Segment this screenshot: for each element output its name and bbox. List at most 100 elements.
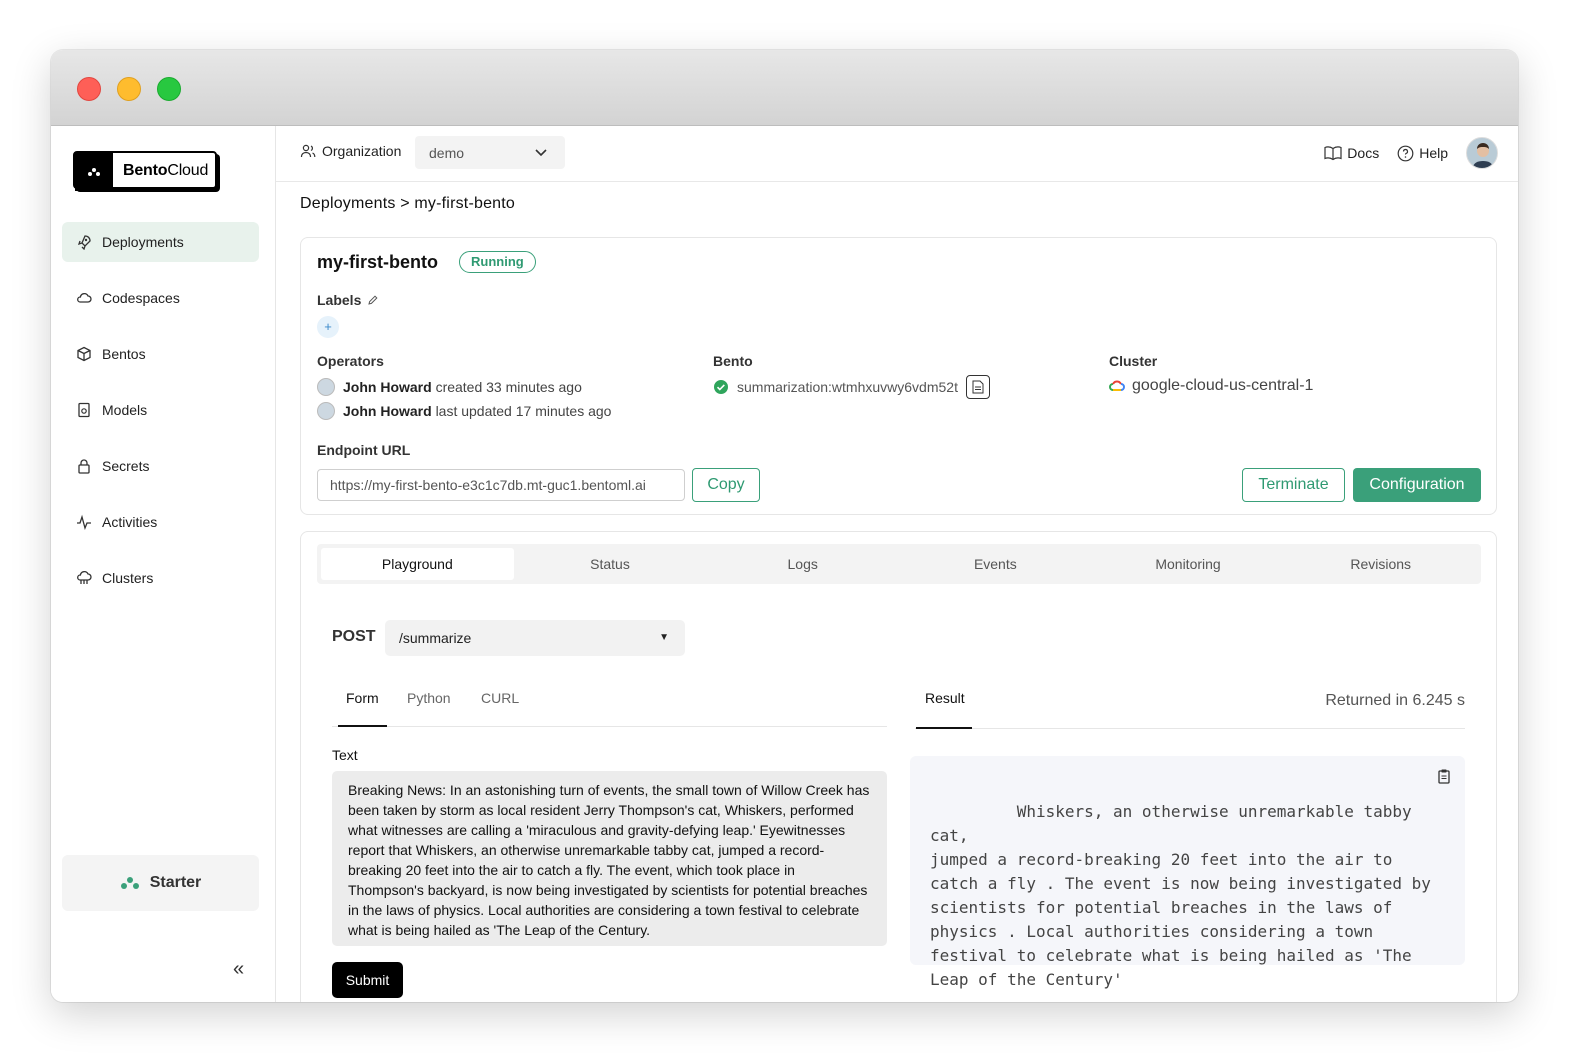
top-right-actions: Docs Help	[1324, 137, 1498, 169]
api-endpoint-select[interactable]: /summarize ▼	[385, 620, 685, 656]
sidebar-item-label: Codespaces	[102, 290, 180, 306]
collapse-sidebar-icon[interactable]: «	[233, 958, 244, 981]
operator-avatar	[317, 378, 335, 396]
operator-name: John Howard	[343, 403, 432, 419]
operator-name: John Howard	[343, 379, 432, 395]
edit-pencil-icon[interactable]	[367, 294, 379, 306]
model-icon	[78, 402, 90, 418]
request-format-tabs: Form Python CURL	[332, 678, 887, 727]
docs-link[interactable]: Docs	[1324, 145, 1379, 161]
sidebar-item-bentos[interactable]: Bentos	[62, 334, 259, 374]
app-window: BentoCloud Deployments Codespaces Bentos…	[51, 50, 1518, 1002]
detail-tabs: Playground Status Logs Events Monitoring…	[317, 544, 1481, 584]
subtab-result[interactable]: Result	[925, 690, 965, 706]
copy-bento-button[interactable]	[965, 375, 990, 399]
response-time: Returned in 6.245 s	[1325, 692, 1465, 709]
tab-status[interactable]: Status	[514, 548, 707, 580]
subtab-curl[interactable]: CURL	[481, 690, 519, 706]
book-icon	[1324, 146, 1342, 161]
sidebar-item-secrets[interactable]: Secrets	[62, 446, 259, 486]
operator-row: John Howard last updated 17 minutes ago	[317, 402, 611, 420]
endpoint-url-field[interactable]: https://my-first-bento-e3c1c7db.mt-guc1.…	[317, 469, 685, 501]
bento-tag[interactable]: summarization:wtmhxuvwy6vdm52t	[737, 379, 958, 395]
users-icon	[300, 144, 316, 158]
configuration-button[interactable]: Configuration	[1353, 468, 1481, 502]
active-result-indicator	[916, 727, 972, 729]
api-endpoint-value: /summarize	[399, 630, 472, 646]
bento-title: Bento	[713, 353, 753, 369]
bento-dots-icon	[120, 877, 139, 889]
terminate-button[interactable]: Terminate	[1242, 468, 1345, 502]
result-text: Whiskers, an otherwise unremarkable tabb…	[930, 802, 1431, 989]
tab-logs[interactable]: Logs	[706, 548, 899, 580]
sidebar-item-activities[interactable]: Activities	[62, 502, 259, 542]
bento-value: summarization:wtmhxuvwy6vdm52t	[713, 375, 990, 399]
caret-down-icon: ▼	[659, 632, 669, 643]
sidebar-item-clusters[interactable]: Clusters	[62, 558, 259, 598]
cloud-code-icon	[77, 292, 92, 303]
deployment-detail-panel: Playground Status Logs Events Monitoring…	[300, 531, 1497, 1002]
sidebar-item-label: Deployments	[102, 234, 184, 250]
google-cloud-icon	[1109, 380, 1125, 391]
sidebar-item-label: Activities	[102, 514, 158, 530]
help-label: Help	[1419, 145, 1448, 161]
clipboard-icon[interactable]	[1437, 768, 1451, 784]
sidebar-item-label: Secrets	[102, 458, 150, 474]
sidebar-item-label: Clusters	[102, 570, 154, 586]
main-content: Organization demo Docs Help Deployments …	[276, 126, 1518, 1002]
organization-label: Organization	[300, 143, 401, 159]
user-avatar[interactable]	[1466, 137, 1498, 169]
result-tabs: Result Returned in 6.245 s	[915, 678, 1465, 729]
sidebar-item-codespaces[interactable]: Codespaces	[62, 278, 259, 318]
docs-label: Docs	[1347, 145, 1380, 161]
sidebar-item-models[interactable]: Models	[62, 390, 259, 430]
top-bar: Organization demo Docs Help	[276, 126, 1518, 182]
http-method-label: POST	[332, 628, 376, 645]
operator-avatar	[317, 402, 335, 420]
cluster-icon	[77, 570, 92, 584]
box-icon	[77, 346, 91, 362]
labels-title: Labels	[317, 292, 379, 308]
sidebar-item-deployments[interactable]: Deployments	[62, 222, 259, 262]
tab-playground[interactable]: Playground	[321, 548, 514, 580]
deployment-name: my-first-bento	[317, 252, 438, 272]
breadcrumb: Deployments > my-first-bento	[300, 195, 516, 212]
subtab-form[interactable]: Form	[346, 690, 379, 706]
tab-revisions[interactable]: Revisions	[1284, 548, 1477, 580]
operator-action: last updated 17 minutes ago	[435, 403, 612, 419]
logo-frame: BentoCloud	[73, 151, 217, 191]
labels-title-text: Labels	[317, 292, 362, 308]
cluster-title: Cluster	[1109, 353, 1158, 369]
organization-value: demo	[429, 144, 465, 161]
copy-button[interactable]: Copy	[692, 468, 760, 502]
text-field-label: Text	[332, 747, 358, 763]
organization-select[interactable]: demo	[415, 136, 565, 169]
active-subtab-indicator	[338, 725, 387, 727]
close-window-button[interactable]	[77, 77, 101, 101]
avatar-image	[1467, 138, 1497, 168]
submit-button[interactable]: Submit	[332, 962, 403, 998]
subtab-python[interactable]: Python	[407, 690, 451, 706]
title-bar	[51, 50, 1518, 126]
tab-monitoring[interactable]: Monitoring	[1092, 548, 1285, 580]
chevron-down-icon	[535, 149, 547, 157]
sidebar-item-label: Models	[102, 402, 148, 418]
status-badge: Running	[459, 251, 536, 273]
deployment-summary-card: my-first-bento Running Labels + Operator…	[300, 237, 1497, 515]
bentocloud-logo[interactable]: BentoCloud	[73, 151, 219, 191]
document-icon	[972, 380, 984, 394]
text-input[interactable]: Breaking News: In an astonishing turn of…	[332, 771, 887, 946]
organization-text: Organization	[322, 143, 402, 159]
maximize-window-button[interactable]	[157, 77, 181, 101]
sidebar: BentoCloud Deployments Codespaces Bentos…	[51, 126, 276, 1002]
plan-label: Starter	[149, 874, 202, 891]
plan-badge[interactable]: Starter	[62, 855, 259, 911]
endpoint-url-title: Endpoint URL	[317, 442, 411, 458]
help-link[interactable]: Help	[1397, 145, 1448, 162]
lock-icon	[78, 459, 90, 474]
operator-row: John Howard created 33 minutes ago	[317, 378, 582, 396]
minimize-window-button[interactable]	[117, 77, 141, 101]
tab-events[interactable]: Events	[899, 548, 1092, 580]
add-label-button[interactable]: +	[317, 316, 339, 338]
help-circle-icon	[1397, 145, 1414, 161]
